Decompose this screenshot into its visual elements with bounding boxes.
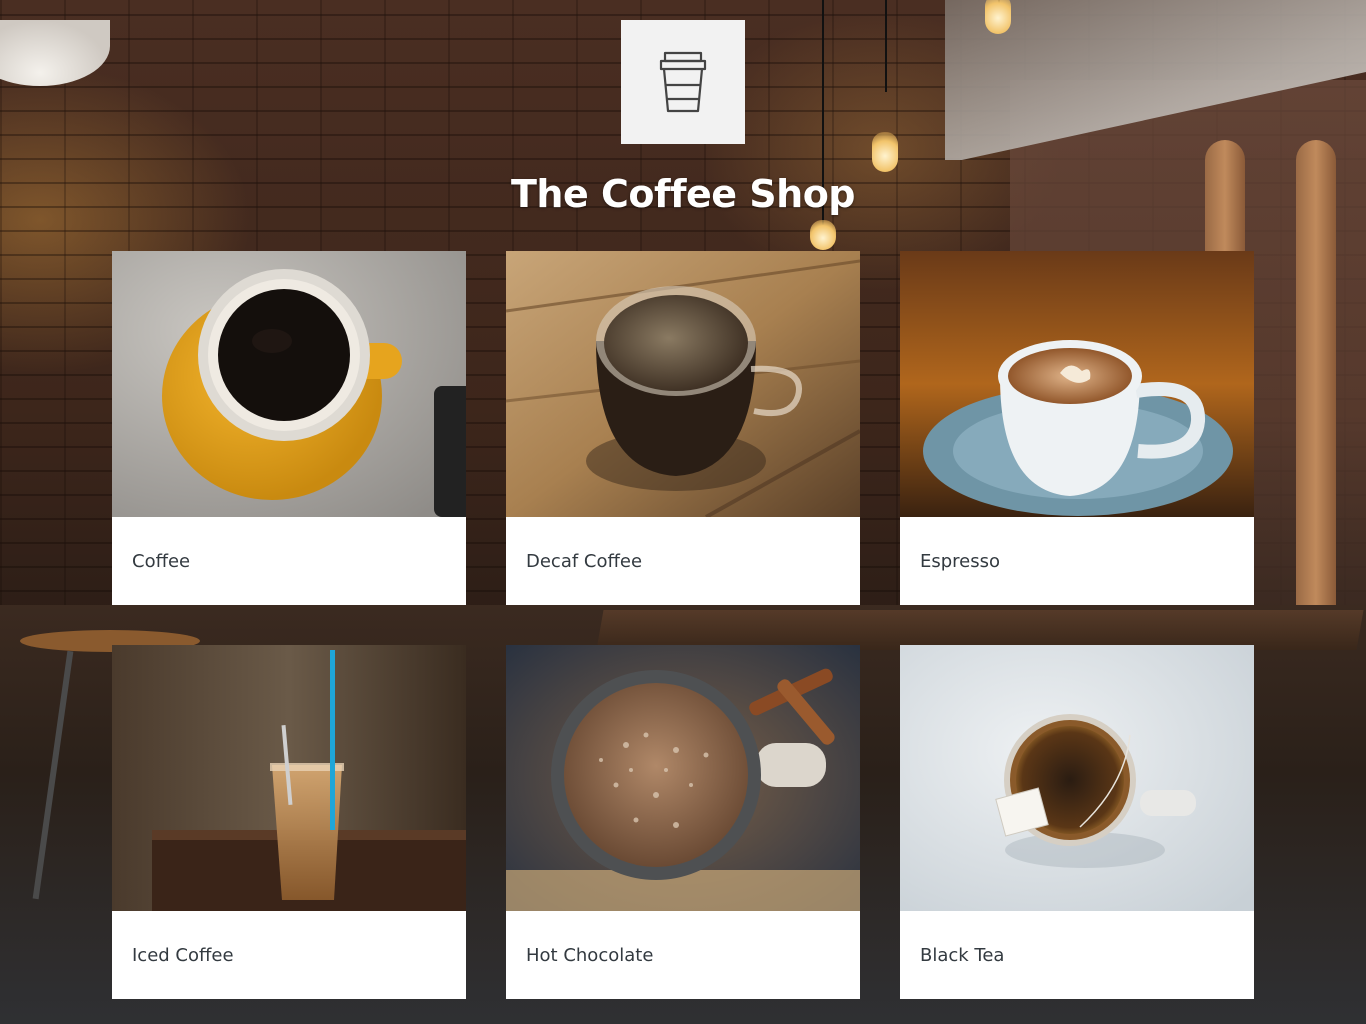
card-image bbox=[112, 251, 466, 517]
menu-card-label: Black Tea bbox=[920, 944, 1005, 966]
page-title: The Coffee Shop bbox=[510, 172, 856, 216]
light-bulb bbox=[810, 220, 836, 250]
card-image bbox=[900, 251, 1254, 517]
card-image bbox=[506, 251, 860, 517]
menu-card-label: Espresso bbox=[920, 550, 1001, 572]
menu-card-black-tea[interactable]: Black Tea bbox=[900, 645, 1254, 999]
wall-ski bbox=[1296, 140, 1336, 680]
card-image bbox=[112, 645, 466, 911]
decaf-coffee-photo bbox=[506, 251, 860, 517]
menu-card-hot-chocolate[interactable]: Hot Chocolate bbox=[506, 645, 860, 999]
menu-grid: Coffee Decaf Coffee Espresso Iced Coffee… bbox=[112, 251, 1254, 999]
coffee-photo bbox=[112, 251, 466, 517]
menu-card-label: Iced Coffee bbox=[132, 944, 234, 966]
iced-coffee-photo bbox=[112, 645, 466, 911]
menu-card-espresso[interactable]: Espresso bbox=[900, 251, 1254, 605]
menu-card-label: Coffee bbox=[132, 550, 191, 572]
card-image bbox=[506, 645, 860, 911]
menu-card-coffee[interactable]: Coffee bbox=[112, 251, 466, 605]
logo[interactable] bbox=[621, 20, 745, 144]
menu-card-iced-coffee[interactable]: Iced Coffee bbox=[112, 645, 466, 999]
coffee-cup-icon bbox=[659, 51, 707, 113]
header: The Coffee Shop bbox=[0, 20, 1366, 216]
menu-card-label: Decaf Coffee bbox=[526, 550, 643, 572]
black-tea-photo bbox=[900, 645, 1254, 911]
card-image bbox=[900, 645, 1254, 911]
menu-card-decaf-coffee[interactable]: Decaf Coffee bbox=[506, 251, 860, 605]
espresso-photo bbox=[900, 251, 1254, 517]
hot-chocolate-photo bbox=[506, 645, 860, 911]
menu-card-label: Hot Chocolate bbox=[526, 944, 654, 966]
